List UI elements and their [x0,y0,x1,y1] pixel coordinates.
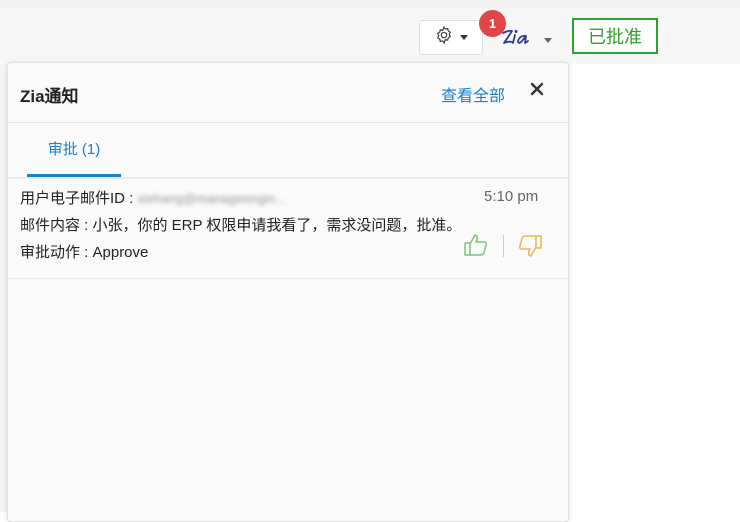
gear-icon [434,25,454,50]
view-all-link[interactable]: 查看全部 [441,82,505,106]
email-label: 用户电子邮件ID : [20,190,134,207]
approval-action: 审批动作 : Approve [20,244,149,261]
vote-divider [503,235,504,257]
content-area [568,64,740,512]
email-value: xiehang@manageengin... [137,191,286,206]
notification-item: 用户电子邮件ID : xiehang@manageengin... 5:10 p… [8,179,568,279]
thumbs-up-icon[interactable] [462,231,490,259]
approved-status-button[interactable]: 已批准 [572,18,658,54]
chevron-down-icon [460,35,468,40]
settings-dropdown-button[interactable] [419,20,483,55]
email-row: 用户电子邮件ID : xiehang@manageengin... [20,187,286,208]
mail-content: 邮件内容 : 小张，你的 ERP 权限申请我看了，需求没问题，批准。 [20,217,462,234]
zia-notification-panel: Zia通知 查看全部 审批 (1) 用户电子邮件ID : xiehang@man… [7,62,569,522]
notification-count-badge: 1 [479,10,506,37]
chevron-down-icon [544,37,552,43]
notification-time: 5:10 pm [484,188,539,205]
panel-header: Zia通知 查看全部 [8,63,568,123]
thumbs-down-icon[interactable] [516,233,544,261]
panel-title: Zia通知 [20,87,79,106]
tab-approval[interactable]: 审批 (1) [27,123,121,177]
close-icon [530,82,544,101]
close-button[interactable] [526,80,548,102]
zia-notifications-button[interactable] [500,22,562,54]
notification-tabs: 审批 (1) [8,123,568,179]
